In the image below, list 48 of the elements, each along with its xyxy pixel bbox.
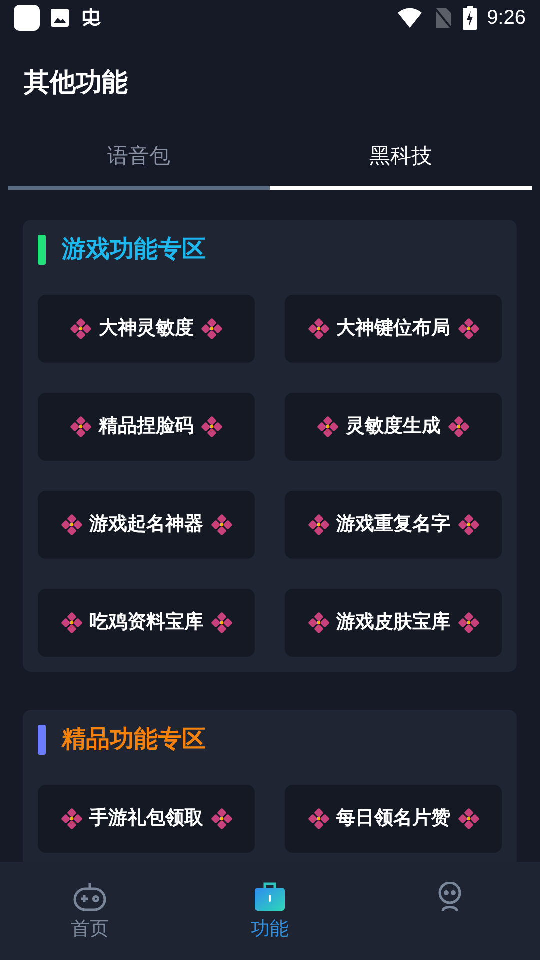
flower-icon	[306, 807, 330, 831]
flower-icon	[60, 513, 84, 537]
nav-tab[interactable]: 首页	[0, 862, 180, 960]
app-icon	[14, 5, 40, 31]
feature-button[interactable]: 游戏皮肤宝库	[285, 589, 502, 657]
battery-icon	[463, 6, 478, 30]
person-icon	[437, 882, 463, 912]
feature-button[interactable]: 大神键位布局	[285, 295, 502, 363]
flower-icon	[306, 513, 330, 537]
wifi-icon	[397, 7, 424, 29]
tab[interactable]: 黑科技	[270, 128, 532, 190]
flower-icon	[60, 611, 84, 635]
feature-button[interactable]: 每日领名片赞	[285, 785, 502, 853]
flower-icon	[316, 415, 340, 439]
section-accent-bar	[38, 725, 46, 755]
nav-tab[interactable]: 功能	[180, 862, 360, 960]
flower-icon	[447, 415, 471, 439]
feature-button[interactable]: 大神灵敏度	[38, 295, 255, 363]
gamepad-icon	[73, 882, 107, 912]
page-title: 其他功能	[24, 66, 128, 98]
feature-button[interactable]: 游戏起名神器	[38, 491, 255, 559]
feature-button[interactable]: 吃鸡资料宝库	[38, 589, 255, 657]
flower-icon	[456, 807, 480, 831]
flower-icon	[210, 611, 234, 635]
feature-button[interactable]: 游戏重复名字	[285, 491, 502, 559]
tab[interactable]: 语音包	[8, 128, 270, 190]
flower-icon	[200, 415, 224, 439]
no-sim-icon	[433, 6, 454, 30]
clock-time: 9:26	[487, 6, 526, 31]
flower-icon	[456, 611, 480, 635]
flower-icon	[306, 611, 330, 635]
flower-icon	[456, 317, 480, 341]
flower-icon	[210, 807, 234, 831]
feature-button[interactable]: 精品捏脸码	[38, 393, 255, 461]
toolbox-icon	[254, 882, 286, 912]
flower-icon	[200, 317, 224, 341]
flower-icon	[69, 415, 93, 439]
flower-icon	[60, 807, 84, 831]
feature-button[interactable]: 手游礼包领取	[38, 785, 255, 853]
section-title: 游戏功能专区	[62, 235, 206, 265]
section-accent-bar	[38, 235, 46, 265]
feature-button[interactable]: 灵敏度生成	[285, 393, 502, 461]
flower-icon	[456, 513, 480, 537]
section-title: 精品功能专区	[62, 725, 206, 755]
flower-icon	[306, 317, 330, 341]
flower-icon	[69, 317, 93, 341]
image-icon	[50, 8, 70, 28]
flower-icon	[210, 513, 234, 537]
